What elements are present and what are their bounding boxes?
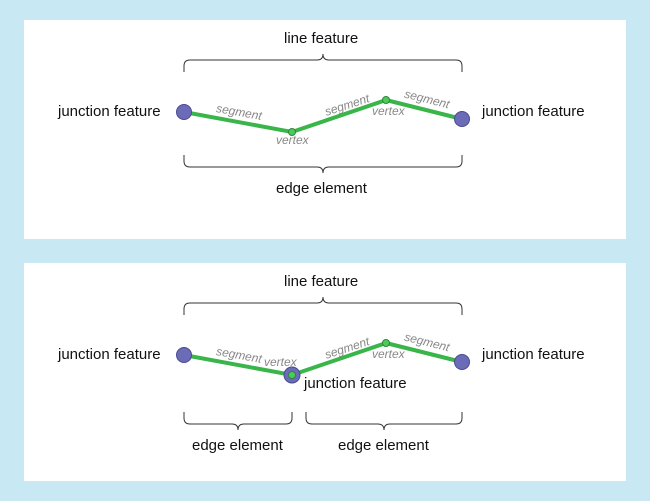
vertex-2	[383, 97, 390, 104]
label-edge-element: edge element	[276, 180, 367, 197]
label-vertex-1: vertex	[276, 133, 309, 147]
label-vertex-2: vertex	[372, 347, 405, 361]
diagram-svg-top	[24, 20, 626, 238]
bracket-edge-element-right	[306, 412, 462, 430]
junction-left	[177, 347, 192, 362]
label-junction-right: junction feature	[482, 346, 585, 363]
diagram-svg-bottom	[24, 263, 626, 481]
bracket-line-feature	[184, 54, 462, 72]
bracket-line-feature	[184, 297, 462, 315]
label-junction-mid: junction feature	[304, 375, 407, 392]
bracket-edge-element-left	[184, 412, 292, 430]
label-vertex-1: vertex	[264, 355, 297, 369]
junction-right	[455, 112, 470, 127]
vertex-2	[383, 339, 390, 346]
label-junction-left: junction feature	[58, 346, 161, 363]
bracket-edge-element	[184, 155, 462, 173]
diagram-panel-top: line feature junction feature junction f…	[24, 20, 626, 239]
label-vertex-2: vertex	[372, 104, 405, 118]
label-line-feature: line feature	[284, 30, 358, 47]
label-edge-element-left: edge element	[192, 437, 283, 454]
label-line-feature: line feature	[284, 273, 358, 290]
label-junction-left: junction feature	[58, 103, 161, 120]
junction-right	[455, 354, 470, 369]
vertex-1	[289, 371, 296, 378]
label-edge-element-right: edge element	[338, 437, 429, 454]
label-junction-right: junction feature	[482, 103, 585, 120]
junction-left	[177, 105, 192, 120]
diagram-panel-bottom: line feature junction feature junction f…	[24, 263, 626, 482]
